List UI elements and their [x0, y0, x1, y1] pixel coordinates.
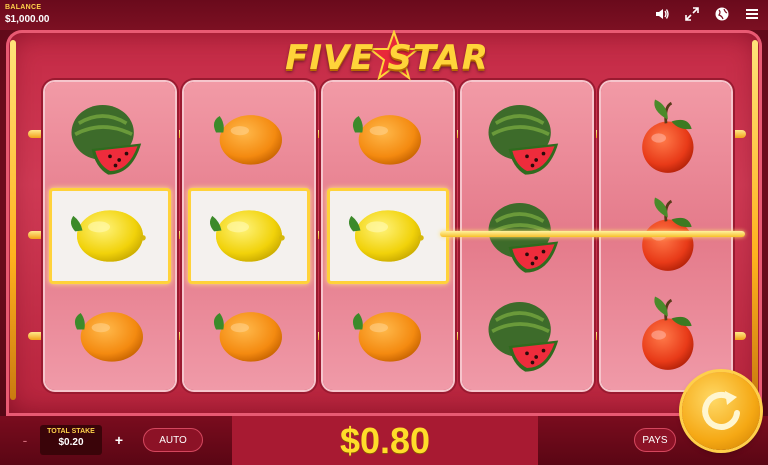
- frame-light-left: [10, 40, 16, 400]
- symbol-lemon-winning: [49, 188, 171, 284]
- total-stake-label: TOTAL STAKE: [47, 428, 95, 435]
- symbol-orange: [188, 287, 310, 383]
- decrease-label: -: [22, 432, 28, 448]
- symbol-red-orange: [605, 90, 727, 186]
- top-icons: [654, 6, 760, 22]
- symbol-orange: [188, 90, 310, 186]
- frame-light-right: [752, 40, 758, 400]
- increase-stake-button[interactable]: +: [106, 428, 132, 452]
- symbol-lemon-winning: [327, 188, 449, 284]
- symbol-watermelon: [466, 287, 588, 383]
- win-amount: $0.80: [339, 419, 431, 461]
- auto-label: AUTO: [159, 434, 187, 446]
- spin-icon: [702, 391, 740, 430]
- symbol-orange: [327, 287, 449, 383]
- total-stake-display: TOTAL STAKE $0.20: [40, 425, 102, 455]
- top-bar: BALANCE $1,000.00: [0, 0, 768, 30]
- globe-icon[interactable]: [714, 6, 730, 22]
- spin-button[interactable]: [682, 372, 760, 450]
- decrease-stake-button[interactable]: -: [12, 428, 38, 452]
- game-stage: BALANCE $1,000.00 FIVE STAR - TOTAL STAK…: [0, 0, 768, 465]
- game-logo: FIVE STAR: [282, 30, 492, 84]
- balance-value: $1,000.00: [5, 14, 50, 25]
- fullscreen-icon[interactable]: [684, 6, 700, 22]
- win-display: $0.80: [232, 416, 538, 465]
- pays-button[interactable]: PAYS: [634, 428, 676, 452]
- game-title: FIVE STAR: [285, 38, 489, 78]
- speaker-icon[interactable]: [654, 6, 670, 22]
- winning-payline: [440, 231, 745, 237]
- reel-1: [45, 82, 175, 390]
- total-stake-value: $0.20: [58, 437, 84, 448]
- symbol-watermelon: [49, 90, 171, 186]
- symbol-lemon-winning: [188, 188, 310, 284]
- symbol-orange: [327, 90, 449, 186]
- symbol-red-orange: [605, 287, 727, 383]
- increase-label: +: [114, 432, 124, 448]
- menu-icon[interactable]: [744, 6, 760, 22]
- reel-2: [184, 82, 314, 390]
- symbol-orange: [49, 287, 171, 383]
- auto-button[interactable]: AUTO: [143, 428, 203, 452]
- balance-label: BALANCE: [5, 4, 42, 11]
- symbol-watermelon: [466, 90, 588, 186]
- pays-label: PAYS: [642, 434, 668, 446]
- reel-3: [323, 82, 453, 390]
